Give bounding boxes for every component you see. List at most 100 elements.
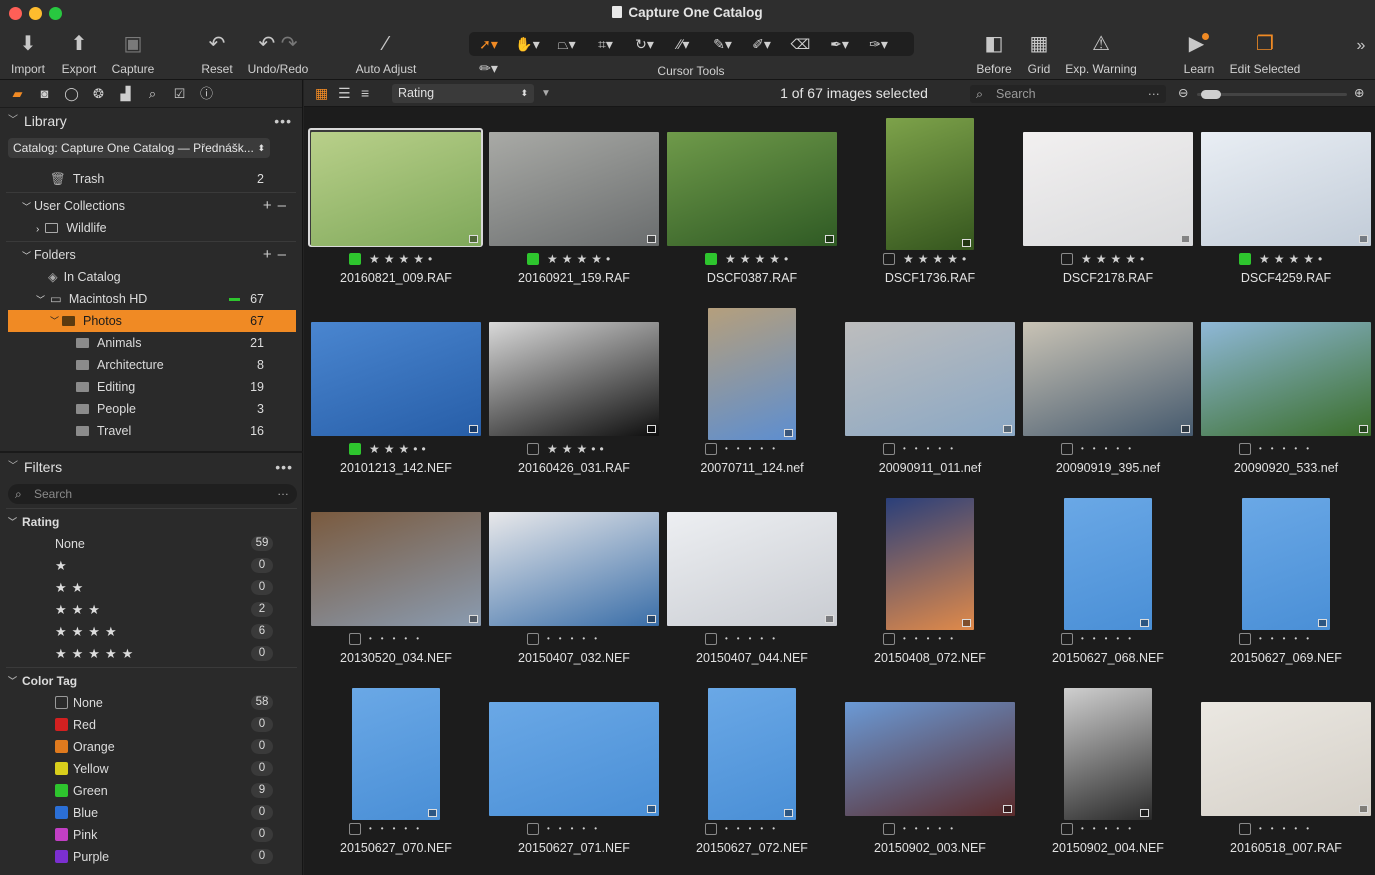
folder-photos[interactable]: ﹀ Photos 67 xyxy=(8,310,296,332)
star-rating[interactable]: ••••• xyxy=(1259,632,1318,646)
color-tag-filter-item[interactable]: Green 9 xyxy=(0,780,303,802)
reset-button[interactable]: ↶ Reset xyxy=(196,30,238,78)
zoom-in-icon[interactable]: ⊕ xyxy=(1354,80,1364,107)
star-rating[interactable]: ★★★★• xyxy=(547,252,614,266)
thumbnail-cell[interactable]: ••••• 20150408_072.NEF xyxy=(841,498,1019,698)
thumbnail-cell[interactable]: ••••• 20130520_034.NEF xyxy=(307,508,485,698)
exposure-tab-icon[interactable]: ▟ xyxy=(112,80,139,108)
thumbnail-cell[interactable]: ••••• 20150627_070.NEF xyxy=(307,688,485,875)
browser-search-input[interactable]: ⌕ Search… xyxy=(970,82,1166,103)
star-rating[interactable]: ★★★★• xyxy=(903,252,970,266)
thumbnail-image[interactable] xyxy=(1201,132,1371,246)
keystone-icon[interactable]: ⏢▾ xyxy=(547,32,586,56)
pan-hand-icon[interactable]: ✋▾ xyxy=(508,32,547,56)
thumbnail-image[interactable] xyxy=(489,512,659,626)
star-rating[interactable]: ★★★★• xyxy=(369,252,436,266)
star-rating[interactable]: ★★★★• xyxy=(1081,252,1148,266)
spot-removal-icon[interactable]: ✎▾ xyxy=(703,32,742,56)
more-options-icon[interactable]: ••• xyxy=(274,108,292,134)
subfolder-item[interactable]: Travel 16 xyxy=(0,420,302,442)
thumbnail-image[interactable] xyxy=(1201,702,1371,816)
straighten-icon[interactable]: ∕∕▾ xyxy=(664,32,703,56)
filter-search-input[interactable]: ⌕ Search… xyxy=(8,484,297,504)
macintosh-hd-item[interactable]: ﹀ ▭ Macintosh HD 67 xyxy=(0,288,302,310)
star-rating[interactable]: ••••• xyxy=(903,822,962,836)
color-tag-checkbox[interactable] xyxy=(883,443,895,455)
color-tab-icon[interactable]: ❂ xyxy=(85,80,112,108)
color-tag-checkbox[interactable] xyxy=(883,633,895,645)
gradient-icon[interactable]: ✑▾ xyxy=(859,32,898,56)
star-rating[interactable]: ★★★•• xyxy=(547,442,608,456)
color-tag-filter-item[interactable]: Blue 0 xyxy=(0,802,303,824)
thumbnail-image[interactable] xyxy=(352,688,440,820)
before-button[interactable]: ◧ Before xyxy=(974,30,1014,78)
star-rating[interactable]: ••••• xyxy=(369,632,428,646)
toolbar-overflow-button[interactable]: » xyxy=(1352,32,1370,80)
thumbnail-cell[interactable]: ★★★★• DSCF4259.RAF xyxy=(1197,128,1375,318)
thumbnail-cell[interactable]: ★★★★• 20160821_009.RAF xyxy=(307,128,485,318)
thumbnail-cell[interactable]: ••••• 20150627_072.NEF xyxy=(663,688,841,875)
folders-group[interactable]: ﹀ Folders +– xyxy=(0,244,302,266)
thumbnail-image[interactable] xyxy=(667,132,837,246)
undo-redo-button[interactable]: ↶ ↷ Undo/Redo xyxy=(246,30,310,78)
rating-filter-item[interactable]: ★★★ 2 xyxy=(0,599,303,621)
star-rating[interactable]: ••••• xyxy=(369,822,428,836)
thumbnail-image[interactable] xyxy=(708,308,796,440)
color-tag-filter-item[interactable]: Red 0 xyxy=(0,714,303,736)
thumbnail-image[interactable] xyxy=(311,322,481,436)
color-tag-checkbox[interactable] xyxy=(883,823,895,835)
thumbnail-cell[interactable]: ••••• 20150902_003.NEF xyxy=(841,698,1019,875)
picker-icon[interactable]: ✒▾ xyxy=(820,32,859,56)
color-tag-checkbox[interactable] xyxy=(1061,443,1073,455)
thumbnail-cell[interactable]: ••••• 20150407_044.NEF xyxy=(663,508,841,698)
sort-select[interactable]: Rating ⬍ xyxy=(392,84,534,103)
subfolder-item[interactable]: Animals 21 xyxy=(0,332,302,354)
rating-filter-item[interactable]: ★★ 0 xyxy=(0,577,303,599)
star-rating[interactable]: ••••• xyxy=(725,442,784,456)
color-tag-filter-item[interactable]: Purple 0 xyxy=(0,846,303,868)
thumbnail-image[interactable] xyxy=(1023,132,1193,246)
thumbnail-image[interactable] xyxy=(1064,688,1152,820)
add-remove-folder-buttons[interactable]: +– xyxy=(263,244,292,266)
color-tag-checkbox[interactable] xyxy=(1239,253,1251,265)
color-tag-filter-item[interactable]: Yellow 0 xyxy=(0,758,303,780)
star-rating[interactable]: ★★★•• xyxy=(369,442,430,456)
rotate-icon[interactable]: ↻▾ xyxy=(625,32,664,56)
grid-view-icon[interactable]: ▦ xyxy=(315,80,328,107)
thumbnail-cell[interactable]: ••••• 20160518_007.RAF xyxy=(1197,698,1375,875)
select-cursor-icon[interactable]: ➚▾ xyxy=(469,32,508,56)
rating-filter-header[interactable]: ﹀ Rating xyxy=(0,511,303,533)
color-tag-checkbox[interactable] xyxy=(527,633,539,645)
capture-tab-camera-icon[interactable]: ◙ xyxy=(31,80,58,108)
star-rating[interactable]: ••••• xyxy=(725,632,784,646)
color-tag-checkbox[interactable] xyxy=(705,443,717,455)
thumbnail-image[interactable] xyxy=(489,322,659,436)
color-tag-filter-item[interactable]: Pink 0 xyxy=(0,824,303,846)
thumbnail-cell[interactable]: ••••• 20090919_395.nef xyxy=(1019,318,1197,508)
star-rating[interactable]: ••••• xyxy=(903,442,962,456)
rating-filter-item[interactable]: None 59 xyxy=(0,533,303,555)
learn-button[interactable]: ▶ Learn xyxy=(1180,30,1218,78)
library-tab-folder-icon[interactable]: ▰ xyxy=(4,80,31,108)
thumbnail-image[interactable] xyxy=(489,132,659,246)
star-rating[interactable]: ••••• xyxy=(547,822,606,836)
thumbnail-image[interactable] xyxy=(311,132,481,246)
thumbnail-cell[interactable]: ••••• 20150627_071.NEF xyxy=(485,698,663,875)
thumbnail-image[interactable] xyxy=(1023,322,1193,436)
collection-wildlife[interactable]: › Wildlife xyxy=(0,217,302,239)
add-remove-collection-buttons[interactable]: +– xyxy=(263,195,292,217)
star-rating[interactable]: ••••• xyxy=(1081,822,1140,836)
brush-icon[interactable]: ✐▾ xyxy=(742,32,781,56)
more-options-icon[interactable]: … xyxy=(1148,82,1161,100)
user-collections-group[interactable]: ﹀ User Collections +– xyxy=(0,195,302,217)
export-button[interactable]: ⬆ Export xyxy=(57,30,101,78)
grid-button[interactable]: ▦ Grid xyxy=(1022,30,1056,78)
rating-filter-item[interactable]: ★ 0 xyxy=(0,555,303,577)
crop-icon[interactable]: ⌗▾ xyxy=(586,32,625,56)
catalog-selector[interactable]: Catalog: Capture One Catalog — Přednášk.… xyxy=(8,138,270,158)
thumbnail-image[interactable] xyxy=(489,702,659,816)
color-tag-checkbox[interactable] xyxy=(527,443,539,455)
thumbnail-image[interactable] xyxy=(667,512,837,626)
thumbnail-image[interactable] xyxy=(708,688,796,820)
star-rating[interactable]: ••••• xyxy=(1259,442,1318,456)
